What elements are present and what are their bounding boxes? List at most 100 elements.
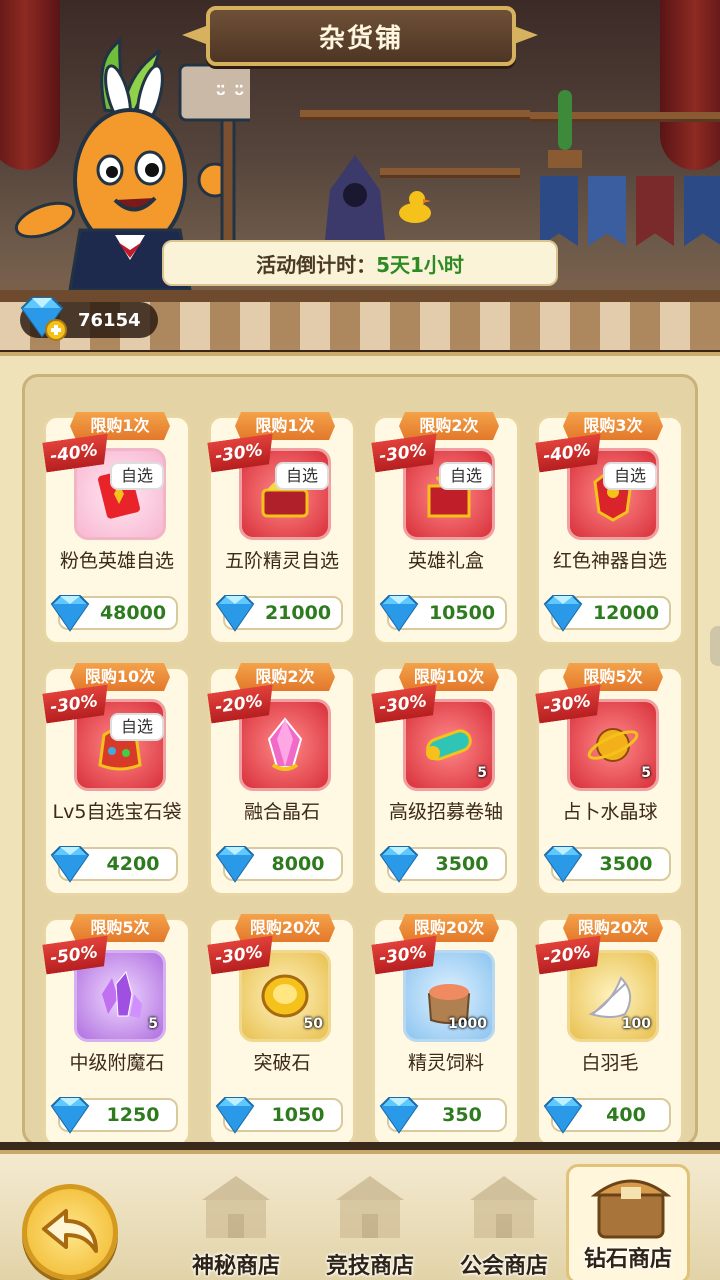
- price-button[interactable]: 12000: [543, 595, 671, 632]
- purchase-limit-badge: 限购3次: [563, 412, 663, 440]
- bottom-nav-bar: 神秘商店 竞技商店 公会商店 钻石商店: [0, 1150, 720, 1280]
- price-button[interactable]: 10500: [379, 595, 507, 632]
- diamond-icon: [543, 595, 583, 632]
- choice-tag: 自选: [275, 462, 329, 490]
- item-quantity: 1000: [448, 1016, 487, 1032]
- price-button[interactable]: 350: [379, 1097, 507, 1134]
- item-name: 占卜水晶球: [562, 801, 658, 823]
- tab-label: 钻石商店: [583, 1247, 672, 1272]
- arena-shop-icon: [336, 1176, 404, 1238]
- mystery-shop-icon: [202, 1176, 270, 1238]
- choice-tag: 自选: [110, 462, 164, 490]
- event-countdown: 活动倒计时： 5天1小时: [162, 240, 558, 286]
- shop-item-card[interactable]: 限购1次?-30%自选五阶精灵自选21000: [208, 412, 356, 645]
- price-button[interactable]: 48000: [50, 595, 178, 632]
- purchase-limit-badge: 限购5次: [70, 914, 170, 942]
- tab-label: 竞技商店: [325, 1254, 414, 1279]
- cactus-icon: [548, 90, 582, 168]
- purchase-limit-badge: 限购2次: [399, 412, 499, 440]
- diamond-balance[interactable]: 76154: [20, 297, 158, 341]
- item-name: 白羽毛: [581, 1052, 639, 1074]
- shop-item-card[interactable]: 限购10次 -30% 5 高级招募卷轴 3500: [372, 663, 520, 896]
- purchase-limit-badge: 限购20次: [563, 914, 663, 942]
- shop-item-card[interactable]: 限购20次 -30% 50 突破石 1050: [208, 914, 356, 1147]
- price-value: 1050: [271, 1104, 325, 1126]
- banner-flag: [540, 176, 578, 246]
- tab-arena-shop[interactable]: 竞技商店: [308, 1168, 432, 1280]
- item-name: 粉色英雄自选: [59, 550, 174, 572]
- tab-diamond-shop[interactable]: 钻石商店: [566, 1164, 690, 1280]
- price-button[interactable]: 8000: [215, 846, 343, 883]
- diamond-icon: [379, 846, 419, 883]
- diamond-icon: [50, 595, 90, 632]
- purchase-limit-badge: 限购10次: [70, 663, 170, 691]
- diamond-icon: [543, 846, 583, 883]
- shop-item-card[interactable]: 限购5次 -30% 5 占卜水晶球 3500: [536, 663, 684, 896]
- shop-item-card[interactable]: 限购1次 -40% 自选 粉色英雄自选 48000: [43, 412, 191, 645]
- price-value: 12000: [592, 602, 660, 624]
- banner-flag: [684, 176, 720, 246]
- diamond-icon: [379, 595, 419, 632]
- purchase-limit-badge: 限购2次: [235, 663, 335, 691]
- banner-flag: [588, 176, 626, 246]
- shop-item-card[interactable]: 限购20次 -30% 1000 精灵饲料 350: [372, 914, 520, 1147]
- guild-shop-icon: [470, 1176, 538, 1238]
- choice-tag: 自选: [439, 462, 493, 490]
- diamond-shop-icon: [591, 1179, 671, 1239]
- hooded-figure-icon: [325, 155, 385, 240]
- diamond-icon: [543, 1097, 583, 1134]
- item-name: 融合晶石: [243, 801, 320, 823]
- price-value: 3500: [599, 853, 653, 875]
- shop-item-card[interactable]: 限购2次 -20% 融合晶石 8000: [208, 663, 356, 896]
- item-quantity: 5: [641, 765, 651, 781]
- price-button[interactable]: 400: [543, 1097, 671, 1134]
- price-button[interactable]: 3500: [543, 846, 671, 883]
- price-value: 48000: [99, 602, 167, 624]
- shelf: [380, 168, 520, 178]
- price-value: 10500: [428, 602, 496, 624]
- price-value: 8000: [271, 853, 325, 875]
- diamond-icon: [50, 846, 90, 883]
- price-value: 400: [606, 1104, 646, 1126]
- price-button[interactable]: 21000: [215, 595, 343, 632]
- price-value: 4200: [106, 853, 160, 875]
- price-value: 350: [442, 1104, 482, 1126]
- page-title-plaque: 杂货铺: [206, 6, 516, 66]
- fusion-crystal-icon: [267, 717, 303, 771]
- back-button[interactable]: [22, 1184, 118, 1280]
- tab-label: 公会商店: [459, 1254, 548, 1279]
- price-button[interactable]: 1050: [215, 1097, 343, 1134]
- scroll-handle[interactable]: [710, 626, 720, 666]
- price-button[interactable]: 1250: [50, 1097, 178, 1134]
- shop-item-card[interactable]: 限购2次 -30% 自选 英雄礼盒 10500: [372, 412, 520, 645]
- tab-mystery-shop[interactable]: 神秘商店: [174, 1168, 298, 1280]
- mascot-sign-text: ᵕ̈ ᵕ̈: [215, 83, 244, 108]
- item-name: 五阶精灵自选: [224, 550, 339, 572]
- purchase-limit-badge: 限购1次: [235, 412, 335, 440]
- purchase-limit-badge: 限购5次: [563, 663, 663, 691]
- shop-item-card[interactable]: 限购3次 -40% 自选 红色神器自选 12000: [536, 412, 684, 645]
- item-quantity: 50: [303, 1016, 323, 1032]
- item-name: 精灵饲料: [407, 1052, 484, 1074]
- price-button[interactable]: 3500: [379, 846, 507, 883]
- tab-guild-shop[interactable]: 公会商店: [442, 1168, 566, 1280]
- item-name: 突破石: [253, 1052, 311, 1074]
- price-button[interactable]: 4200: [50, 846, 178, 883]
- diamond-plus-icon[interactable]: [16, 296, 68, 342]
- price-value: 3500: [435, 853, 489, 875]
- curtain-right: [660, 0, 720, 170]
- diamond-icon: [215, 1097, 255, 1134]
- price-value: 21000: [264, 602, 332, 624]
- item-name: Lv5自选宝石袋: [52, 801, 182, 823]
- countdown-value: 5天1小时: [376, 252, 464, 277]
- diamond-amount: 76154: [78, 309, 141, 331]
- shop-item-card[interactable]: 限购5次 -50% 5 中级附魔石 1250: [43, 914, 191, 1147]
- item-quantity: 5: [477, 765, 487, 781]
- banner-flag: [636, 176, 674, 246]
- recruit-scroll-icon: [426, 729, 472, 761]
- item-quantity: 100: [621, 1016, 651, 1032]
- shop-item-card[interactable]: 限购20次 -20% 100 白羽毛 400: [536, 914, 684, 1147]
- back-arrow-icon: [42, 1209, 98, 1253]
- shop-item-card[interactable]: 限购10次 -30% 自选 Lv5自选宝石袋 4200: [43, 663, 191, 896]
- page-title: 杂货铺: [318, 23, 403, 54]
